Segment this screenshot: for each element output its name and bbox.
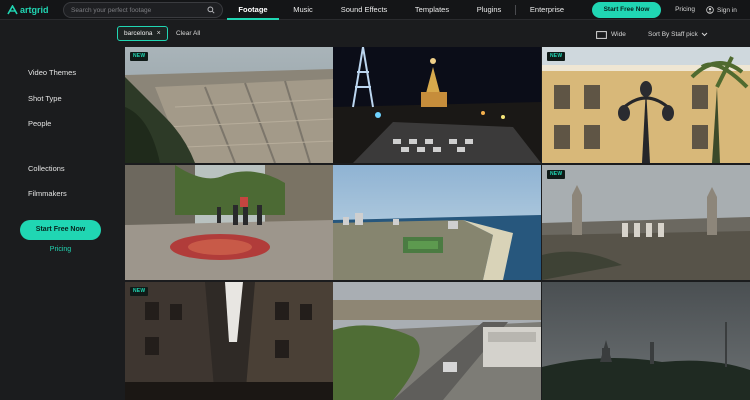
view-label: Wide bbox=[611, 31, 626, 38]
sign-in-link[interactable]: Sign in bbox=[706, 0, 737, 20]
filter-chip-barcelona[interactable]: barcelona × bbox=[117, 26, 168, 41]
sidebar-item-people[interactable]: People bbox=[28, 119, 51, 128]
new-badge: NEW bbox=[547, 170, 566, 179]
search-icon[interactable] bbox=[207, 6, 215, 14]
footage-tile-tibidabo-night[interactable] bbox=[333, 47, 541, 163]
brand-name: artgrid bbox=[20, 5, 49, 15]
remove-filter-icon[interactable]: × bbox=[157, 30, 161, 37]
footage-tile-narrow-street[interactable]: NEW bbox=[125, 282, 333, 400]
nav-sound-effects[interactable]: Sound Effects bbox=[333, 0, 395, 20]
footage-thumbnail bbox=[542, 165, 750, 280]
sidebar-item-video-themes[interactable]: Video Themes bbox=[28, 68, 76, 77]
artgrid-logo-icon bbox=[7, 5, 18, 15]
nav-templates[interactable]: Templates bbox=[408, 0, 456, 20]
user-icon bbox=[706, 6, 714, 14]
nav-divider bbox=[515, 5, 516, 15]
sign-in-label: Sign in bbox=[717, 6, 737, 14]
sort-dropdown[interactable]: Sort By Staff pick bbox=[648, 29, 708, 40]
chevron-down-icon bbox=[701, 32, 708, 37]
nav-music[interactable]: Music bbox=[284, 0, 322, 20]
new-badge: NEW bbox=[130, 287, 149, 296]
artgrid-logo[interactable]: artgrid bbox=[7, 4, 49, 16]
clear-all-button[interactable]: Clear All bbox=[176, 26, 200, 41]
sidebar-item-filmmakers[interactable]: Filmmakers bbox=[28, 189, 67, 198]
sidebar-item-collections[interactable]: Collections bbox=[28, 164, 65, 173]
top-navigation-bar: artgrid Footage Music Sound Effects Temp… bbox=[0, 0, 750, 20]
search-input[interactable] bbox=[71, 6, 207, 14]
nav-enterprise[interactable]: Enterprise bbox=[523, 0, 571, 20]
footage-thumbnail bbox=[333, 282, 541, 400]
pricing-link[interactable]: Pricing bbox=[668, 0, 702, 20]
footage-tile-street-aerial[interactable] bbox=[333, 282, 541, 400]
footage-thumbnail bbox=[125, 165, 333, 280]
search-bar[interactable] bbox=[63, 2, 223, 18]
footage-tile-coast-aerial[interactable] bbox=[333, 165, 541, 280]
view-toggle-wide[interactable]: Wide bbox=[596, 29, 626, 40]
wide-view-icon bbox=[596, 30, 607, 39]
nav-plugins[interactable]: Plugins bbox=[470, 0, 508, 20]
footage-thumbnail bbox=[125, 47, 333, 163]
footage-tile-stormy-hill[interactable] bbox=[542, 282, 750, 400]
footage-thumbnail bbox=[333, 47, 541, 163]
footage-tile-facade-lamp[interactable]: NEW bbox=[542, 47, 750, 163]
sidebar-pricing-link[interactable]: Pricing bbox=[20, 246, 101, 253]
filter-chip-label: barcelona bbox=[124, 30, 153, 37]
footage-thumbnail bbox=[542, 282, 750, 400]
new-badge: NEW bbox=[547, 52, 566, 61]
start-free-now-button[interactable]: Start Free Now bbox=[592, 2, 661, 18]
footage-tile-rambla-mosaic[interactable] bbox=[125, 165, 333, 280]
nav-footage[interactable]: Footage bbox=[227, 0, 279, 20]
sidebar-item-shot-type[interactable]: Shot Type bbox=[28, 94, 62, 103]
footage-tile-city-overview[interactable]: NEW bbox=[125, 47, 333, 163]
new-badge: NEW bbox=[130, 52, 149, 61]
footage-thumbnail bbox=[542, 47, 750, 163]
sort-label: Sort By Staff pick bbox=[648, 31, 698, 38]
footage-tile-montjuic-view[interactable]: NEW bbox=[542, 165, 750, 280]
sidebar-start-free-now-button[interactable]: Start Free Now bbox=[20, 220, 101, 240]
footage-thumbnail bbox=[125, 282, 333, 400]
footage-thumbnail bbox=[333, 165, 541, 280]
